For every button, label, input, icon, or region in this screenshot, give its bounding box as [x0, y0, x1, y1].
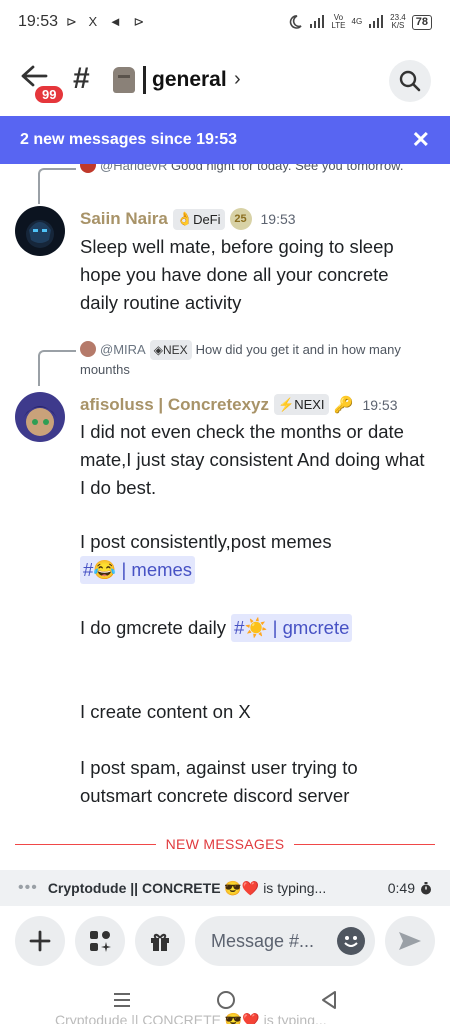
gift-icon	[151, 933, 169, 951]
message-input-wrapper[interactable]	[195, 916, 375, 966]
apps-button[interactable]	[75, 916, 125, 966]
ok-hand-icon: 👌	[176, 211, 194, 226]
message-input[interactable]	[211, 930, 331, 952]
volte-indicator: Vo LTE	[331, 13, 346, 30]
unread-badge: 99	[33, 84, 66, 105]
avatar-mini	[80, 341, 96, 357]
ghost-overlay-text: Cryptodude || CONCRETE 😎❤️ is typing...	[55, 1012, 327, 1024]
signal-icon	[310, 15, 325, 28]
status-right: Vo LTE 4G 23.4 K/S 78	[287, 14, 432, 30]
role-tag[interactable]: 👌 DeFi	[172, 208, 225, 230]
reply-author: @HaridevR	[100, 164, 168, 173]
message-text: Sleep well mate, before going to sleep h…	[80, 236, 394, 313]
divider-label: NEW MESSAGES	[165, 836, 285, 852]
reply-connector	[38, 168, 76, 204]
role-tag[interactable]: ⚡ NEXI	[274, 394, 329, 415]
lightning-icon: ⚡	[278, 396, 295, 412]
home-icon[interactable]	[216, 990, 236, 1010]
reply-text: Good night for today. See you tomorrow.	[171, 164, 404, 173]
add-attachment-button[interactable]	[15, 916, 65, 966]
channel-link-gmcrete[interactable]: #☀️ | gmcrete	[231, 614, 353, 642]
search-button[interactable]	[389, 60, 431, 102]
battery-indicator: 78	[411, 14, 432, 30]
data-speed: 23.4 K/S	[390, 13, 406, 30]
composer	[0, 906, 450, 976]
emoji-icon	[344, 936, 358, 947]
send-icon	[399, 932, 421, 950]
divider-line	[294, 843, 436, 845]
channel-header: 99 # general ›	[0, 56, 450, 105]
reply-preview[interactable]: @HaridevR Good night for today. See you …	[80, 164, 410, 176]
hash-icon: #	[73, 62, 90, 95]
timestamp: 19:53	[260, 211, 296, 227]
new-messages-divider: NEW MESSAGES	[15, 834, 436, 854]
apps-icon	[90, 931, 111, 952]
slowmode-countdown: 0:49	[388, 880, 432, 896]
reply-role-tag: ◈NEX	[149, 340, 192, 360]
divider-line	[15, 843, 156, 845]
avatar-mini	[80, 164, 96, 173]
moai-icon	[113, 67, 135, 93]
author-name[interactable]: afisoluss | Concretexyz	[80, 395, 269, 415]
status-time: 19:53	[18, 13, 59, 30]
avatar-image	[15, 206, 65, 256]
back-nav-icon[interactable]	[320, 990, 338, 1010]
close-icon[interactable]: ✕	[412, 127, 430, 153]
status-bar: 19:53 ⊳ X ◄ ⊳ Vo LTE 4G 23.4 K/S 78	[0, 0, 450, 44]
avatar[interactable]	[15, 392, 65, 442]
timestamp: 19:53	[362, 396, 398, 413]
moon-icon	[290, 15, 303, 29]
key-icon: 🔑	[333, 396, 354, 414]
gift-button[interactable]	[135, 916, 185, 966]
level-badge: 25	[229, 208, 252, 230]
recents-icon[interactable]	[112, 991, 132, 1009]
avatar[interactable]	[15, 206, 65, 256]
new-messages-banner[interactable]: 2 new messages since 19:53 ✕	[0, 116, 450, 164]
message-text: I did not even check the months or date …	[80, 421, 425, 498]
message-text: I create content on X	[80, 701, 251, 722]
message-header: Saiin Naira 👌 DeFi 25 19:53	[80, 208, 296, 230]
reply-author: @MIRA	[100, 342, 146, 357]
channel-name[interactable]: general	[152, 68, 227, 92]
message-text: I post consistently,post memes #😂 | meme…	[80, 528, 430, 584]
message-text: I do gmcrete daily #☀️ | gmcrete	[80, 614, 430, 642]
reply-connector	[38, 350, 76, 386]
avatar-image	[15, 392, 65, 442]
message-header: afisoluss | Concretexyz ⚡ NEXI 🔑 19:53	[80, 394, 398, 415]
chevron-right-icon[interactable]: ›	[234, 68, 241, 91]
typing-user: Cryptodude || CONCRETE 😎❤️	[47, 879, 260, 896]
message-list[interactable]: @HaridevR Good night for today. See you …	[0, 164, 450, 870]
author-name[interactable]: Saiin Naira	[80, 209, 168, 229]
typing-dots-icon: •••	[18, 879, 38, 896]
plus-icon	[29, 930, 51, 952]
reply-preview[interactable]: @MIRA ◈NEX How did you get it and in how m…	[80, 340, 425, 380]
message-text: I post spam, against user trying to outs…	[80, 757, 358, 806]
typing-indicator: ••• Cryptodude || CONCRETE 😎❤️ is typing…	[0, 870, 450, 906]
banner-text: 2 new messages since 19:53	[20, 131, 238, 148]
network-indicator: 4G	[351, 17, 363, 26]
signal-icon-2	[369, 15, 384, 28]
notification-icons: ⊳ X ◄ ⊳	[66, 14, 149, 29]
search-icon	[399, 70, 421, 92]
stopwatch-icon	[421, 881, 431, 894]
send-button[interactable]	[385, 916, 435, 966]
emoji-button[interactable]	[337, 927, 365, 955]
channel-divider	[143, 66, 146, 94]
channel-link-memes[interactable]: #😂 | memes	[80, 556, 196, 584]
typing-suffix: is typing...	[263, 880, 327, 896]
